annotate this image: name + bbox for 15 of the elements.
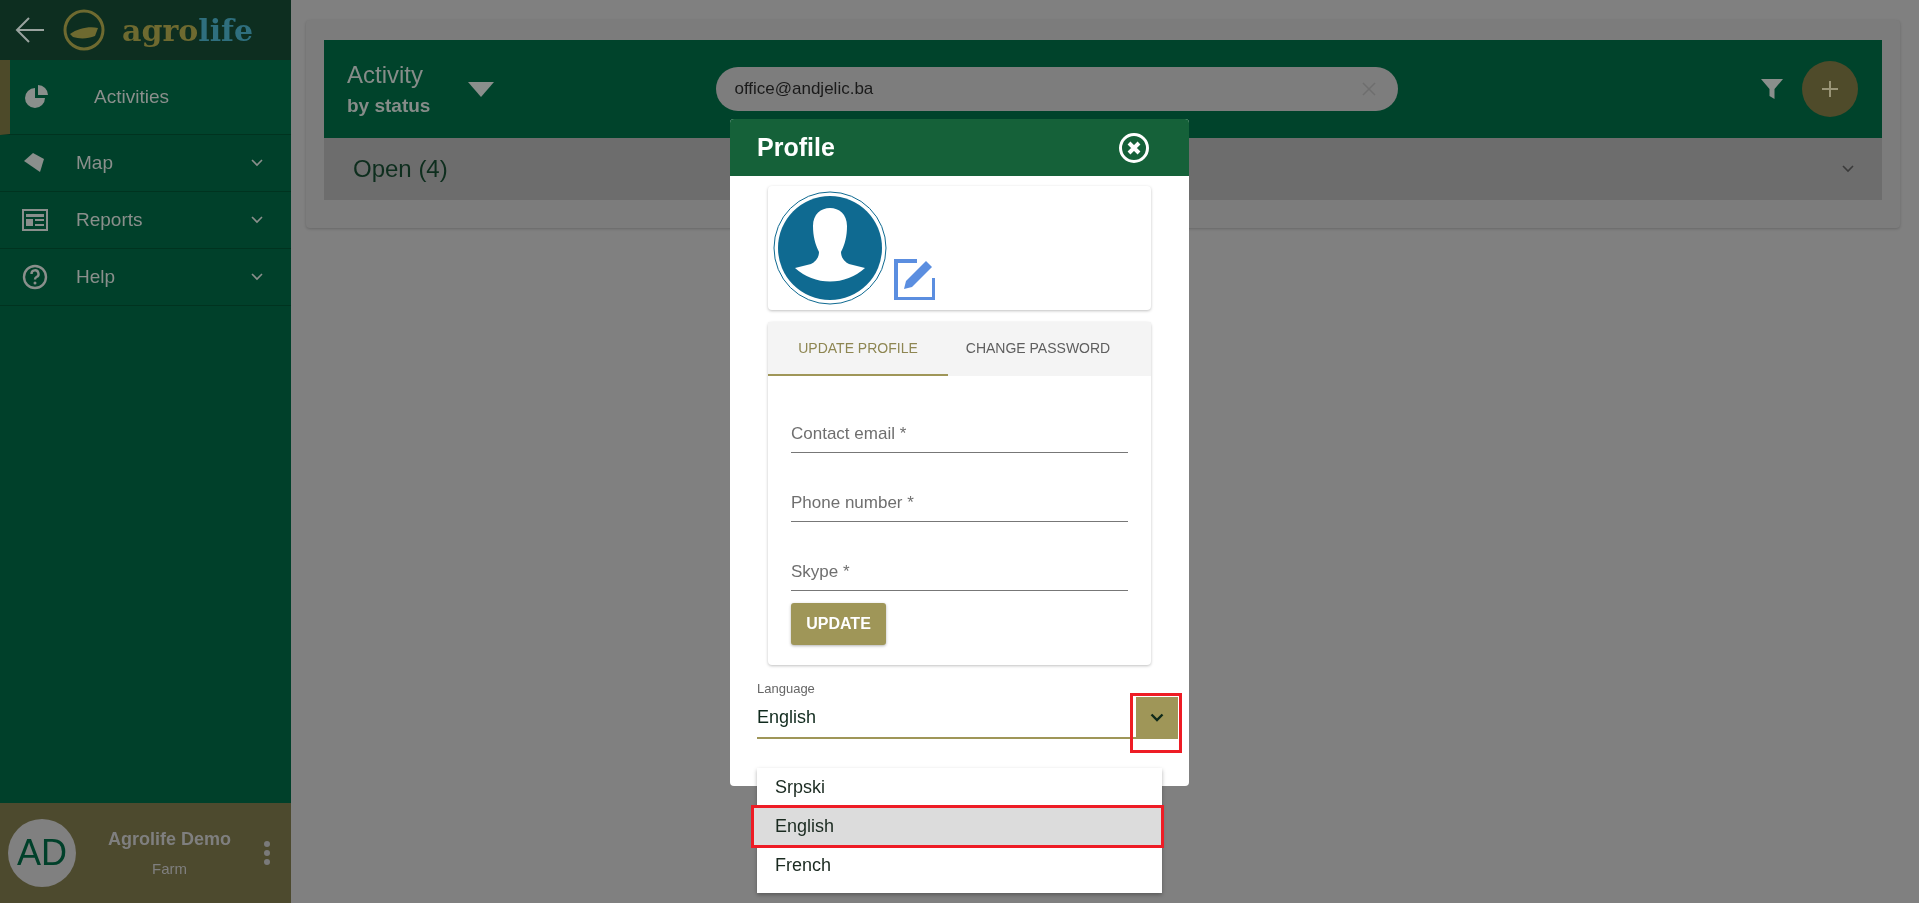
language-value: English <box>757 706 818 728</box>
nav-label: Activities <box>94 86 170 108</box>
search-value: office@andjelic.ba <box>734 79 875 99</box>
user-role: Farm <box>152 860 187 877</box>
header-title: Activity <box>347 61 424 89</box>
logo-text: agrolife <box>122 12 254 48</box>
nav-label: Map <box>76 152 114 174</box>
language-label: Language <box>757 681 815 696</box>
nav-label: Help <box>76 266 117 288</box>
dialog-title: Profile <box>757 133 835 162</box>
header-subtitle: by status <box>347 95 431 117</box>
nav-label: Reports <box>76 209 144 231</box>
user-name: Agrolife Demo <box>108 829 231 850</box>
group-label: Open (4) <box>353 155 448 183</box>
avatar-initials: AD <box>8 819 76 887</box>
